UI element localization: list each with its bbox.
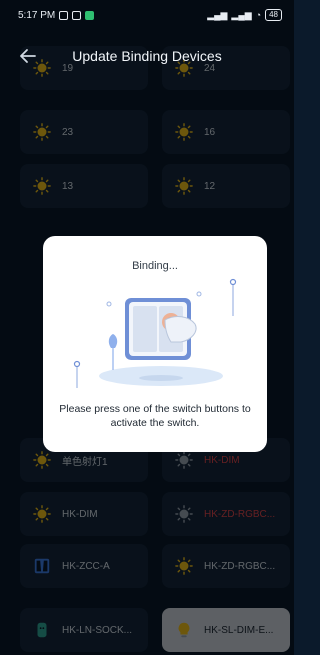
dialog-message: Please press one of the switch buttons t… [59, 403, 251, 429]
binding-dialog: Binding... Please press one of the switc… [43, 236, 267, 452]
signal-icon: ▂▄▆ [231, 9, 252, 20]
status-bar: 5:17 PM ▂▄▆ ▂▄▆ ◔ 48 [0, 0, 294, 30]
wifi-icon: ◔ [255, 10, 262, 20]
page-title: Update Binding Devices [72, 48, 222, 64]
status-time: 5:17 PM [18, 9, 56, 21]
switch-illustration [73, 278, 237, 388]
notification-icon [59, 10, 69, 20]
back-arrow-icon[interactable] [16, 44, 40, 68]
header: Update Binding Devices [0, 38, 294, 74]
dialog-title: Binding... [132, 260, 178, 272]
battery-icon: 48 [265, 9, 282, 21]
signal-icon: ▂▄▆ [207, 9, 228, 20]
app-notification-icon [85, 10, 95, 20]
message-icon [72, 10, 82, 20]
